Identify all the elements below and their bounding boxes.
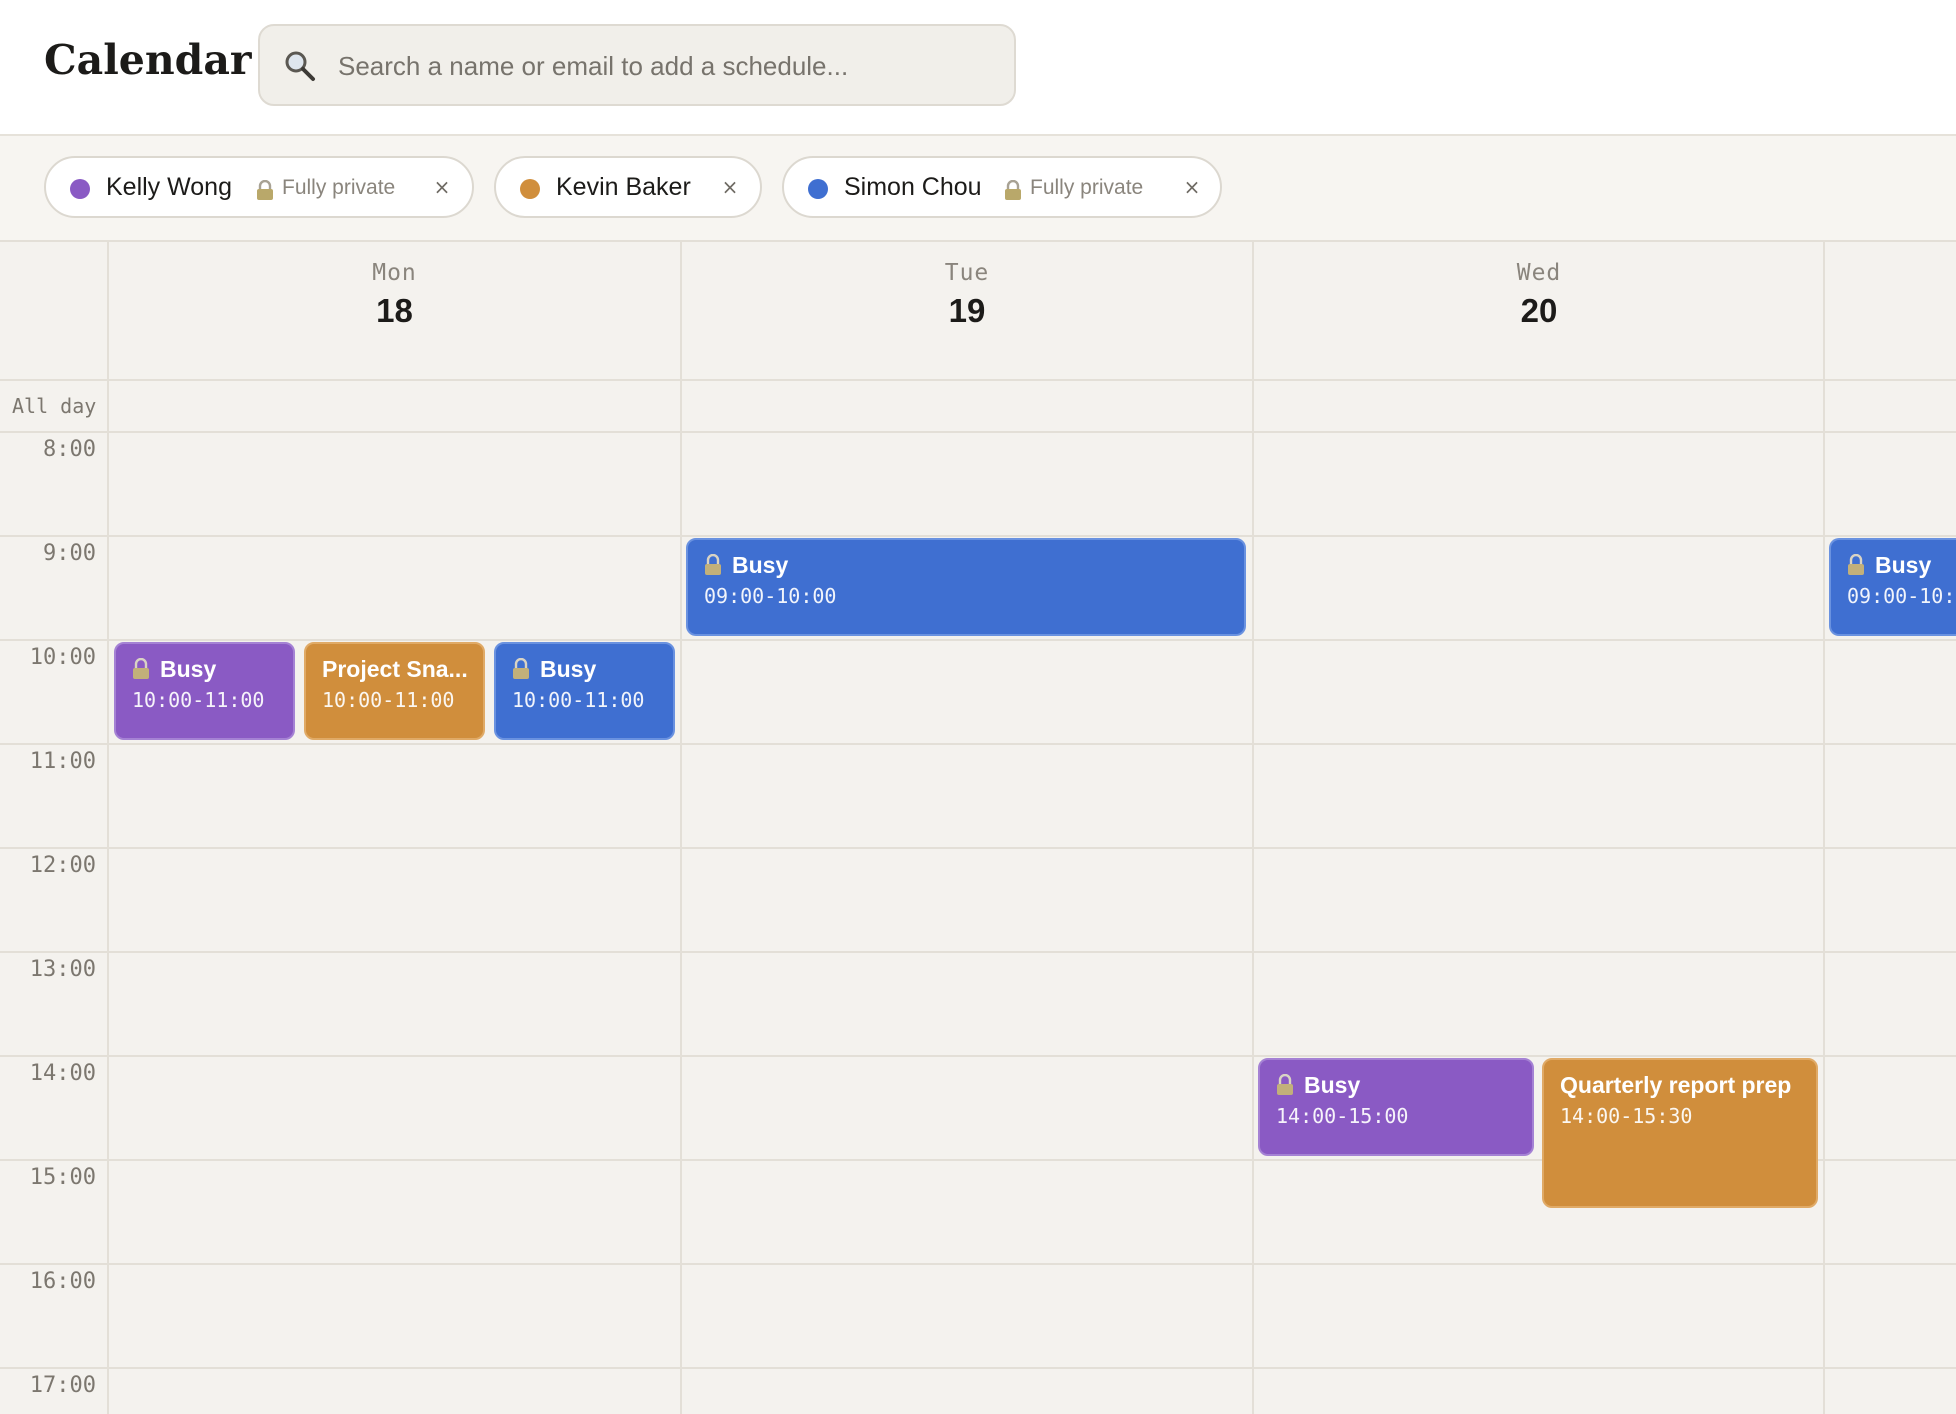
column-divider (1252, 242, 1254, 1414)
hour-line (0, 535, 1956, 537)
lock-icon (513, 658, 529, 679)
event-title: Busy (1304, 1072, 1361, 1098)
hour-line (0, 639, 1956, 641)
event-time: 14:00-15:00 (1276, 1104, 1409, 1128)
hour-label: 8:00 (43, 437, 96, 462)
day-of-week: Mon (372, 260, 417, 286)
app-title: Calendar (44, 36, 252, 84)
search-input[interactable] (336, 26, 1000, 106)
remove-person-button[interactable]: × (718, 174, 742, 200)
day-of-week: Tue (944, 260, 990, 286)
column-divider (680, 242, 682, 1414)
event-mon-kelly-busy[interactable]: Busy 10:00-11:00 (114, 642, 295, 740)
lock-icon (1277, 1074, 1293, 1095)
hour-line (0, 951, 1956, 953)
event-title: Project Sna... (322, 656, 468, 682)
calendar-grid: Mon 18 Tue 19 Wed 20 All day 8:00 9:00 1… (0, 242, 1956, 1414)
privacy-label: Fully private (1030, 176, 1144, 199)
day-number: 19 (948, 292, 986, 329)
day-number: 20 (1520, 292, 1558, 329)
person-name: Kelly Wong (106, 173, 232, 201)
event-time: 14:00-15:30 (1560, 1104, 1693, 1128)
selected-people-bar: Kelly Wong Fully private × Kevin Baker ×… (0, 136, 1956, 242)
header-divider (0, 379, 1956, 381)
person-color-dot (808, 179, 828, 199)
hour-label: 11:00 (29, 749, 96, 774)
person-name: Simon Chou (844, 173, 982, 201)
day-header-wed[interactable]: Wed 20 (1252, 242, 1824, 380)
remove-person-button[interactable]: × (430, 174, 454, 200)
person-color-dot (520, 179, 540, 199)
event-time: 10:00-11:00 (322, 688, 455, 712)
event-title: Busy (732, 552, 789, 578)
event-tue-simon-busy[interactable]: Busy 09:00-10:00 (686, 538, 1246, 636)
event-time: 09:00-10:00 (704, 584, 837, 608)
lock-icon (705, 554, 721, 575)
person-name: Kevin Baker (556, 173, 691, 201)
column-divider (107, 242, 109, 1414)
hour-label: 10:00 (29, 645, 96, 670)
day-number: 18 (376, 292, 413, 329)
lock-icon (1848, 554, 1864, 575)
search-icon (285, 51, 315, 81)
lock-icon (133, 658, 149, 679)
event-thu-simon-busy[interactable]: Busy 09:00-10:00 (1829, 538, 1956, 636)
hour-label: 12:00 (29, 853, 96, 878)
person-chip-kevin-baker[interactable]: Kevin Baker × (494, 156, 762, 218)
hour-label: 16:00 (29, 1269, 96, 1294)
hour-line (0, 743, 1956, 745)
search-box[interactable] (258, 24, 1016, 106)
app-header: Calendar (0, 0, 1956, 136)
hour-label: 13:00 (29, 957, 96, 982)
person-color-dot (70, 179, 90, 199)
day-header-mon[interactable]: Mon 18 (107, 242, 680, 380)
all-day-label: All day (12, 394, 97, 418)
day-of-week: Wed (1516, 260, 1562, 286)
event-title: Busy (1875, 552, 1932, 578)
hour-line (0, 431, 1956, 433)
event-wed-kevin-quarterly[interactable]: Quarterly report prep 14:00-15:30 (1542, 1058, 1818, 1208)
remove-person-button[interactable]: × (1180, 174, 1204, 200)
lock-icon (1005, 180, 1021, 200)
event-mon-kevin-project[interactable]: Project Sna... 10:00-11:00 (304, 642, 485, 740)
event-title: Busy (160, 656, 217, 682)
event-time: 10:00-11:00 (512, 688, 645, 712)
event-time: 10:00-11:00 (132, 688, 265, 712)
person-chip-simon-chou[interactable]: Simon Chou Fully private × (782, 156, 1222, 218)
event-time: 09:00-10:00 (1847, 584, 1956, 608)
hour-label: 14:00 (29, 1061, 96, 1086)
hour-line (0, 847, 1956, 849)
event-wed-kelly-busy[interactable]: Busy 14:00-15:00 (1258, 1058, 1534, 1156)
hour-label: 17:00 (29, 1373, 96, 1398)
lock-icon (257, 180, 273, 200)
person-chip-kelly-wong[interactable]: Kelly Wong Fully private × (44, 156, 474, 218)
hour-line (0, 1055, 1956, 1057)
column-divider (1823, 242, 1825, 1414)
hour-line (0, 1367, 1956, 1369)
event-mon-simon-busy[interactable]: Busy 10:00-11:00 (494, 642, 675, 740)
day-header-tue[interactable]: Tue 19 (680, 242, 1252, 380)
event-title: Busy (540, 656, 597, 682)
privacy-label: Fully private (282, 176, 396, 199)
hour-label: 15:00 (29, 1165, 96, 1190)
hour-label: 9:00 (43, 541, 96, 566)
event-title: Quarterly report prep (1560, 1072, 1792, 1098)
hour-line (0, 1263, 1956, 1265)
